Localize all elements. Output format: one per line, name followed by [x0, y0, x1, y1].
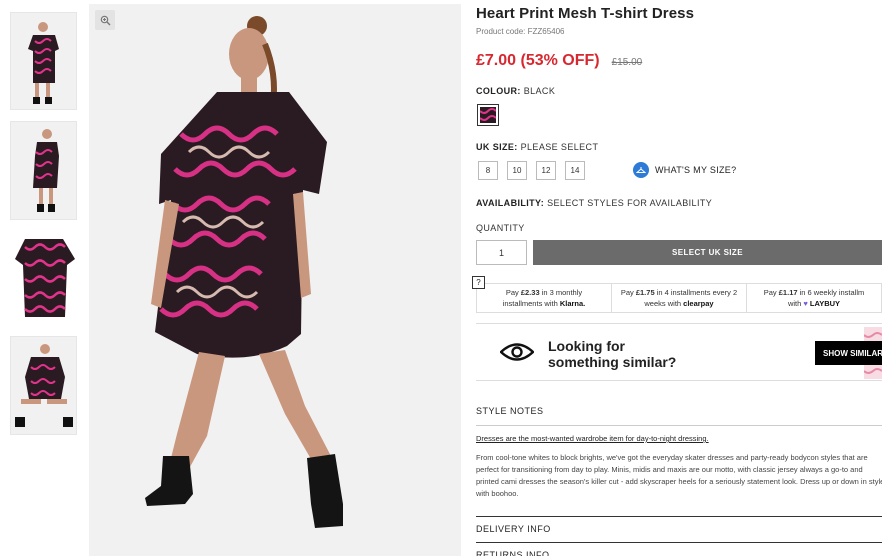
delivery-info-accordion[interactable]: DELIVERY INFO	[476, 516, 882, 534]
quantity-input[interactable]: 1	[476, 240, 527, 265]
laybuy-text-a: Pay	[763, 288, 779, 297]
main-product-image[interactable]	[89, 4, 461, 556]
select-size-button[interactable]: SELECT UK SIZE	[533, 240, 882, 265]
returns-info-accordion[interactable]: RETURNS INFO	[476, 542, 882, 556]
klarna-option[interactable]: Pay £2.33 in 3 monthly installments with…	[477, 284, 612, 312]
zoom-button[interactable]	[95, 10, 115, 30]
product-title: Heart Print Mesh T-shirt Dress	[476, 5, 695, 22]
zoom-icon	[100, 15, 110, 25]
payment-options: Pay £2.33 in 3 monthly installments with…	[476, 283, 882, 313]
clearpay-text-a: Pay	[620, 288, 636, 297]
thumbnail-2[interactable]	[10, 121, 77, 220]
klarna-amount: £2.33	[520, 288, 540, 297]
colour-label-row: COLOUR: BLACK	[476, 86, 555, 96]
laybuy-text-b: in 6 weekly installm	[797, 288, 865, 297]
colour-label: COLOUR:	[476, 86, 521, 96]
colour-value: BLACK	[523, 86, 556, 96]
clearpay-amount: £1.75	[635, 288, 655, 297]
size-label-row: UK SIZE: PLEASE SELECT	[476, 142, 598, 152]
availability-row: AVAILABILITY: SELECT STYLES FOR AVAILABI…	[476, 198, 712, 208]
product-code: Product code: FZZ65406	[476, 27, 565, 36]
size-option-8[interactable]: 8	[478, 161, 498, 180]
similar-line-2: something similar?	[548, 354, 677, 370]
size-option-14[interactable]: 14	[565, 161, 585, 180]
thumbnail-list	[10, 12, 77, 439]
clearpay-text-b: in 4 installments every 2	[654, 288, 738, 297]
swatch-pattern	[480, 107, 496, 123]
similar-items-heading: Looking for something similar?	[548, 338, 676, 370]
similar-line-1: Looking for	[548, 338, 625, 354]
size-value: PLEASE SELECT	[520, 142, 599, 152]
laybuy-text-c: with	[787, 299, 804, 308]
payment-help-icon[interactable]: ?	[472, 276, 485, 289]
product-photo	[89, 4, 461, 556]
klarna-text-b: in 3 monthly	[539, 288, 583, 297]
klarna-text-c: installments with	[502, 299, 560, 308]
original-price: £15.00	[611, 57, 643, 68]
thumbnail-3[interactable]	[10, 232, 77, 322]
whats-my-size-label: WHAT'S MY SIZE?	[655, 165, 737, 175]
size-option-10[interactable]: 10	[507, 161, 527, 180]
laybuy-option[interactable]: Pay £1.17 in 6 weekly installm with ♥ LA…	[747, 284, 881, 312]
clearpay-text-c: weeks with	[644, 299, 684, 308]
show-similar-button[interactable]: SHOW SIMILAR	[815, 341, 882, 365]
availability-value: SELECT STYLES FOR AVAILABILITY	[547, 198, 713, 208]
quantity-label: QUANTITY	[476, 223, 525, 233]
thumbnail-4[interactable]	[10, 336, 77, 435]
laybuy-amount: £1.17	[778, 288, 798, 297]
similar-items-banner: Looking for something similar? SHOW SIMI…	[476, 323, 882, 381]
laybuy-heart-icon: ♥	[803, 299, 808, 308]
size-label: UK SIZE:	[476, 142, 518, 152]
style-notes-divider	[476, 425, 882, 426]
clearpay-option[interactable]: Pay £1.75 in 4 installments every 2 week…	[612, 284, 747, 312]
thumbnail-1[interactable]	[10, 12, 77, 110]
eye-icon	[500, 343, 534, 361]
whats-my-size-link[interactable]: WHAT'S MY SIZE?	[633, 162, 736, 178]
clearpay-logo: clearpay	[683, 299, 714, 308]
style-notes-heading: STYLE NOTES	[476, 406, 544, 416]
availability-label: AVAILABILITY:	[476, 198, 545, 208]
hanger-icon	[633, 162, 649, 178]
size-options: 8 10 12 14	[478, 161, 585, 180]
colour-swatch-black[interactable]	[477, 104, 499, 126]
style-notes-lead: Dresses are the most-wanted wardrobe ite…	[476, 434, 709, 443]
klarna-logo: Klarna.	[559, 299, 586, 308]
price-row: £7.00 (53% OFF) £15.00	[476, 52, 642, 70]
laybuy-logo: LAYBUY	[809, 299, 841, 308]
sale-price: £7.00 (53% OFF)	[476, 52, 600, 69]
size-option-12[interactable]: 12	[536, 161, 556, 180]
style-notes-body: From cool-tone whites to block brights, …	[476, 453, 882, 498]
klarna-text-a: Pay	[505, 288, 521, 297]
